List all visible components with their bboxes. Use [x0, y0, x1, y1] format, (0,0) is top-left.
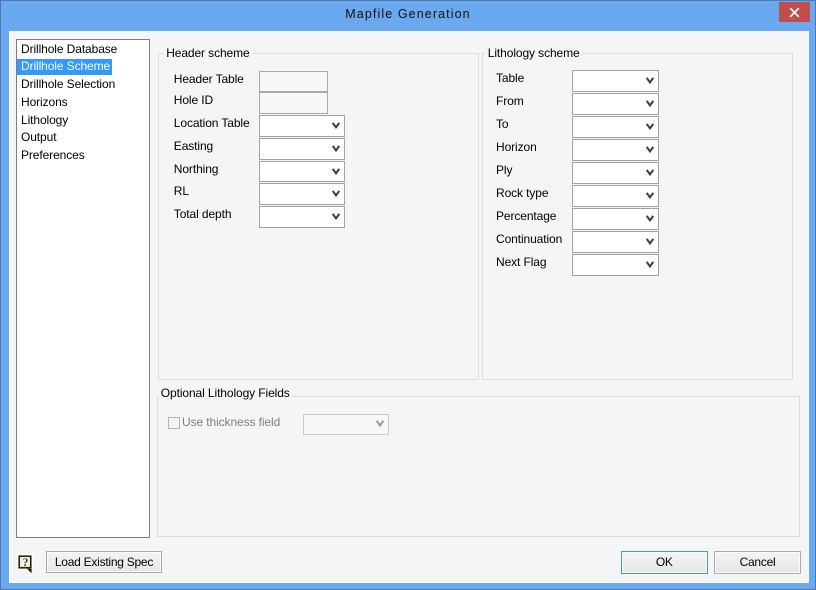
svg-text:?: ?	[23, 557, 29, 569]
